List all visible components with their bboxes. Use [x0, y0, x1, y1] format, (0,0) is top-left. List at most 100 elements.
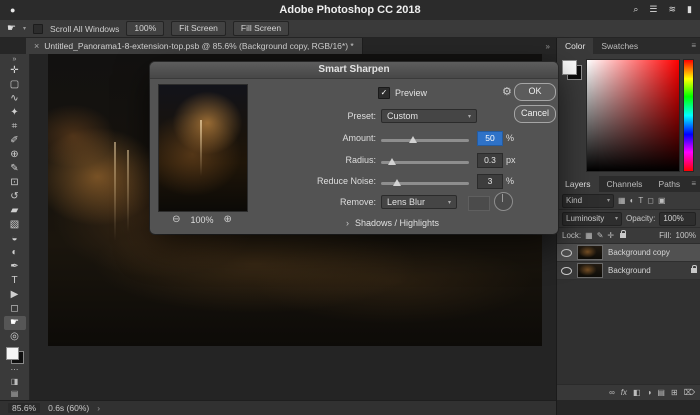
- layer-effects-icon[interactable]: fx: [621, 388, 627, 397]
- visibility-eye-icon[interactable]: [561, 267, 572, 275]
- new-layer-icon[interactable]: ⊞: [671, 388, 678, 397]
- path-selection-tool[interactable]: ▶: [4, 288, 26, 302]
- tab-paths[interactable]: Paths: [650, 176, 688, 192]
- dialog-title[interactable]: Smart Sharpen: [150, 62, 558, 79]
- hue-slider[interactable]: [683, 59, 694, 172]
- scroll-all-windows-checkbox[interactable]: [33, 24, 43, 34]
- shape-tool[interactable]: ◻: [4, 302, 26, 316]
- filter-type-layers-icon[interactable]: T: [638, 196, 643, 205]
- eraser-tool[interactable]: ▰: [4, 204, 26, 218]
- adjustment-layer-icon[interactable]: ◑: [647, 388, 652, 397]
- link-layers-icon[interactable]: ∞: [609, 388, 615, 397]
- brush-tool[interactable]: ✎: [4, 162, 26, 176]
- lock-transparency-icon[interactable]: ▦: [585, 231, 593, 240]
- screen-mode-icon[interactable]: ▤: [4, 388, 26, 400]
- history-brush-tool[interactable]: ↺: [4, 190, 26, 204]
- preview-zoom-level[interactable]: 100%: [190, 215, 213, 225]
- shadows-highlights-section[interactable]: › Shadows / Highlights: [346, 218, 439, 228]
- delete-layer-icon[interactable]: ⌦: [684, 388, 695, 397]
- sharpen-preview-thumbnail[interactable]: [158, 84, 248, 212]
- blur-tool[interactable]: ◒: [4, 232, 26, 246]
- tab-layers[interactable]: Layers: [557, 176, 599, 192]
- filter-smart-objects-icon[interactable]: ▣: [658, 196, 666, 205]
- pen-tool[interactable]: ✒: [4, 260, 26, 274]
- radius-value-field[interactable]: 0.3: [477, 153, 503, 168]
- battery-icon[interactable]: ▮: [687, 4, 692, 15]
- edit-toolbar-icon[interactable]: ⋯: [4, 364, 26, 376]
- search-icon[interactable]: ⌕: [633, 4, 638, 15]
- zoom-out-icon[interactable]: ⊖: [172, 214, 180, 225]
- visibility-eye-icon[interactable]: [561, 249, 572, 257]
- layer-mask-icon[interactable]: ◧: [633, 388, 641, 397]
- crop-tool[interactable]: ⌗: [4, 120, 26, 134]
- lock-position-icon[interactable]: ✛: [607, 231, 614, 240]
- layer-group-icon[interactable]: ▤: [657, 388, 665, 397]
- panel-menu-icon[interactable]: ≡: [691, 176, 700, 192]
- fill-value[interactable]: 100%: [676, 231, 696, 240]
- lasso-tool[interactable]: ∿: [4, 92, 26, 106]
- tab-swatches[interactable]: Swatches: [593, 38, 646, 54]
- move-tool[interactable]: ✛: [4, 64, 26, 78]
- tab-channels[interactable]: Channels: [599, 176, 651, 192]
- healing-brush-tool[interactable]: ⊕: [4, 148, 26, 162]
- clone-stamp-tool[interactable]: ⊡: [4, 176, 26, 190]
- disclosure-triangle-icon[interactable]: ›: [346, 218, 349, 228]
- amount-slider-track[interactable]: [381, 139, 469, 142]
- blend-mode-dropdown[interactable]: Luminosity ▾: [562, 212, 622, 226]
- layer-thumbnail[interactable]: [577, 245, 603, 260]
- layer-thumbnail[interactable]: [577, 263, 603, 278]
- lock-all-icon[interactable]: [620, 233, 626, 238]
- control-center-icon[interactable]: ☰: [649, 4, 657, 15]
- preview-checkbox-group[interactable]: ✓ Preview: [378, 87, 427, 99]
- layer-row-background[interactable]: Background: [557, 262, 700, 280]
- zoom-tool[interactable]: ◎: [4, 330, 26, 344]
- quick-selection-tool[interactable]: ✦: [4, 106, 26, 120]
- zoom-level-field[interactable]: 85.6%: [8, 403, 40, 413]
- saturation-brightness-field[interactable]: [586, 59, 680, 172]
- gear-icon[interactable]: ⚙: [502, 85, 512, 98]
- color-swatches-widget[interactable]: [6, 347, 24, 364]
- angle-dial[interactable]: [494, 192, 513, 211]
- panel-menu-icon[interactable]: ≡: [691, 38, 700, 54]
- hand-tool[interactable]: ☛: [4, 316, 26, 330]
- gradient-tool[interactable]: ▧: [4, 218, 26, 232]
- amount-value-field[interactable]: 50: [477, 131, 503, 146]
- quick-mask-icon[interactable]: ◨: [4, 376, 26, 388]
- zoom-in-icon[interactable]: ⊕: [224, 214, 232, 225]
- hand-tool-icon[interactable]: ☛: [7, 23, 16, 34]
- fill-screen-button[interactable]: Fill Screen: [233, 21, 289, 36]
- radius-slider-thumb[interactable]: [388, 158, 396, 165]
- reduce-noise-slider-thumb[interactable]: [393, 179, 401, 186]
- marquee-tool[interactable]: ▢: [4, 78, 26, 92]
- remove-dropdown[interactable]: Lens Blur ▾: [381, 195, 457, 209]
- tab-color[interactable]: Color: [557, 38, 593, 54]
- color-fg-bg-widget[interactable]: [562, 60, 582, 80]
- zoom-100-button[interactable]: 100%: [126, 21, 164, 36]
- expand-dock-icon[interactable]: »: [546, 42, 556, 51]
- opacity-field[interactable]: 100%: [659, 212, 696, 226]
- fit-screen-button[interactable]: Fit Screen: [171, 21, 226, 36]
- preview-checkbox[interactable]: ✓: [378, 87, 390, 99]
- wifi-icon[interactable]: ≋: [669, 4, 677, 15]
- tool-preset-caret-icon[interactable]: ▾: [23, 25, 26, 32]
- preset-dropdown[interactable]: Custom ▾: [381, 109, 477, 123]
- apple-menu-icon[interactable]: ●: [10, 5, 15, 15]
- eyedropper-tool[interactable]: ✐: [4, 134, 26, 148]
- foreground-color-swatch[interactable]: [562, 60, 577, 75]
- foreground-color-swatch[interactable]: [6, 347, 19, 360]
- toolbar-collapse-icon[interactable]: »: [13, 55, 17, 64]
- tab-close-icon[interactable]: ×: [34, 41, 39, 51]
- lock-pixels-icon[interactable]: ✎: [597, 231, 604, 240]
- amount-slider-thumb[interactable]: [409, 136, 417, 143]
- ok-button[interactable]: OK: [514, 83, 556, 101]
- reduce-noise-value-field[interactable]: 3: [477, 174, 503, 189]
- filter-pixel-layers-icon[interactable]: ▦: [618, 196, 626, 205]
- filter-shape-layers-icon[interactable]: ◻: [647, 196, 654, 205]
- layer-row-background-copy[interactable]: Background copy: [557, 244, 700, 262]
- document-tab[interactable]: × Untitled_Panorama1-8-extension-top.psb…: [26, 38, 363, 54]
- layer-filter-kind-dropdown[interactable]: Kind ▾: [562, 194, 614, 208]
- status-info-arrow-icon[interactable]: ›: [97, 403, 100, 413]
- filter-adjustment-layers-icon[interactable]: ◐: [630, 196, 635, 205]
- type-tool[interactable]: T: [4, 274, 26, 288]
- cancel-button[interactable]: Cancel: [514, 105, 556, 123]
